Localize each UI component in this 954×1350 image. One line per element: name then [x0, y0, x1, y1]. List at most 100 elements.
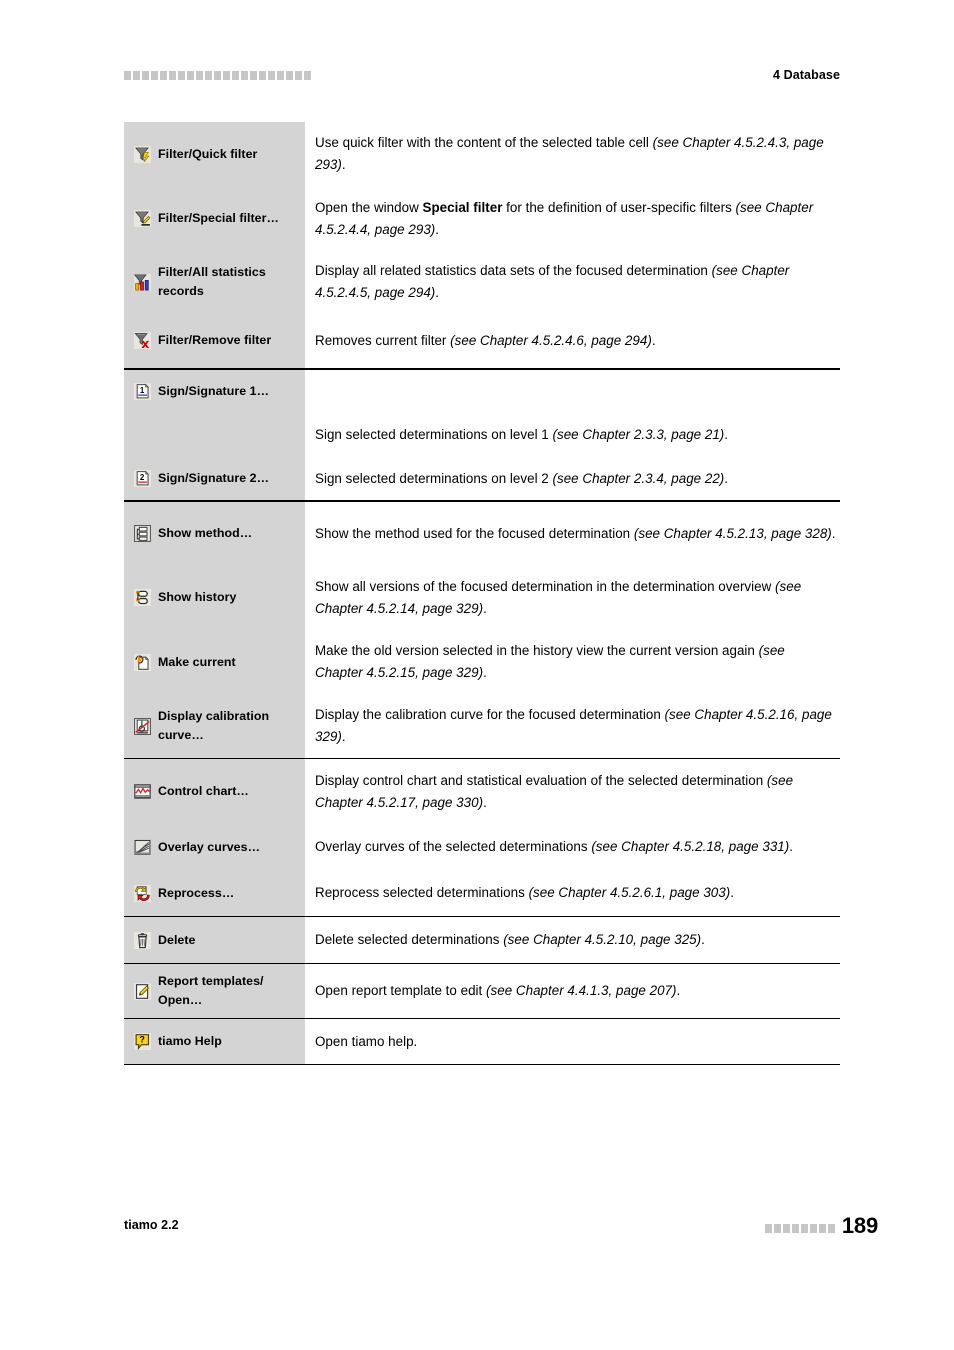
description-text: Show the method used for the focused det…	[315, 525, 836, 541]
table-group-help: ? tiamo Help Open tiamo help.	[124, 1018, 840, 1064]
command-label: Control chart…	[158, 784, 249, 798]
table-group-filter: Filter/Quick filter Use quick filter wit…	[124, 122, 840, 368]
command-label: Delete	[158, 932, 196, 947]
table-cell-command: Reprocess…	[124, 870, 305, 916]
table-cell-description: Show all versions of the focused determi…	[305, 565, 840, 630]
table-cell-description: Display control chart and statistical ev…	[305, 759, 840, 824]
table-row: Filter/Special filter… Open the window S…	[124, 186, 840, 251]
table-row: Sign selected determinations on level 1 …	[124, 413, 840, 457]
table-cell-command: Show method…	[124, 502, 305, 565]
table-group-report: Report templates/ Open… Open report temp…	[124, 963, 840, 1018]
command-label: Report templates/ Open…	[158, 974, 264, 1007]
footer-rule-decoration	[764, 1223, 835, 1233]
table-cell-command: Filter/Quick filter	[124, 122, 305, 186]
table-cell-command: ? tiamo Help	[124, 1019, 305, 1064]
header-rule-decoration	[124, 71, 311, 80]
filter-special-icon	[134, 210, 151, 227]
table-cell-command: Control chart…	[124, 759, 305, 824]
table-cell-command: 2 Sign/Signature 2…	[124, 457, 305, 500]
table-group-evaluation: Control chart… Display control chart and…	[124, 758, 840, 916]
description-text: Sign selected determinations on level 2 …	[315, 470, 729, 486]
table-cell-command: 1 Sign/Signature 1…	[124, 370, 305, 413]
table-row: Make current Make the old version select…	[124, 630, 840, 694]
table-cell-description: Delete selected determinations (see Chap…	[305, 917, 840, 963]
description-text: Delete selected determinations (see Chap…	[315, 932, 705, 947]
table-row: Reprocess… Reprocess selected determinat…	[124, 870, 840, 916]
table-cell-command: Make current	[124, 630, 305, 694]
table-cell-description: Reprocess selected determinations (see C…	[305, 870, 840, 916]
description-text: Open the window Special filter for the d…	[315, 199, 814, 237]
table-cell-command: Delete	[124, 917, 305, 963]
svg-text:?: ?	[139, 1035, 145, 1045]
table-row: ? tiamo Help Open tiamo help.	[124, 1019, 840, 1064]
table-row: Display calibration curve… Display the c…	[124, 694, 840, 758]
table-cell-command: Filter/Remove filter	[124, 313, 305, 368]
table-row: Show history Show all versions of the fo…	[124, 565, 840, 630]
table-cell-description: Make the old version selected in the his…	[305, 630, 840, 694]
description-text: Use quick filter with the content of the…	[315, 135, 824, 172]
document-page: 4 Database Filter/Quick filter Use quick…	[0, 0, 954, 1350]
table-group-delete: Delete Delete selected determinations (s…	[124, 916, 840, 963]
table-row: Report templates/ Open… Open report temp…	[124, 964, 840, 1018]
footer-product-name: tiamo 2.2	[124, 1218, 179, 1232]
make-current-icon	[134, 653, 151, 671]
command-label: Sign/Signature 2…	[158, 471, 270, 485]
svg-text:2: 2	[140, 473, 145, 482]
table-cell-command: Filter/Special filter…	[124, 186, 305, 251]
table-cell-description: Sign selected determinations on level 2 …	[305, 457, 840, 500]
table-cell-description	[305, 370, 840, 413]
signature-1-icon: 1	[134, 383, 151, 400]
show-history-icon	[134, 589, 151, 606]
table-cell-description: Display the calibration curve for the fo…	[305, 694, 840, 758]
command-label: Show method…	[158, 526, 253, 540]
command-label: Filter/Special filter…	[158, 211, 279, 225]
table-cell-command	[124, 413, 305, 457]
command-label: Overlay curves…	[158, 839, 261, 854]
delete-icon	[134, 931, 151, 949]
description-text: Reprocess selected determinations (see C…	[315, 885, 734, 900]
table-cell-description: Show the method used for the focused det…	[305, 502, 840, 565]
description-text: Display the calibration curve for the fo…	[315, 707, 832, 744]
description-text: Display all related statistics data sets…	[315, 263, 790, 300]
table-group-signature: 1 Sign/Signature 1… Sign selected determ…	[124, 368, 840, 500]
overlay-curves-icon	[134, 839, 151, 856]
footer-page-marker: 189	[764, 1213, 878, 1238]
table-group-method-history: Show method… Show the method used for th…	[124, 500, 840, 758]
filter-quick-icon	[134, 145, 151, 163]
table-cell-command: Report templates/ Open…	[124, 964, 305, 1018]
description-text: Display control chart and statistical ev…	[315, 772, 794, 810]
description-text: Removes current filter (see Chapter 4.5.…	[315, 332, 656, 348]
command-label: Sign/Signature 1…	[158, 384, 270, 398]
table-row: Show method… Show the method used for th…	[124, 502, 840, 565]
filter-statistics-icon	[134, 273, 151, 291]
table-row: Overlay curves… Overlay curves of the se…	[124, 824, 840, 870]
description-text: Overlay curves of the selected determina…	[315, 839, 793, 854]
table-cell-description: Overlay curves of the selected determina…	[305, 824, 840, 870]
table-cell-description: Open tiamo help.	[305, 1019, 840, 1064]
table-cell-description: Display all related statistics data sets…	[305, 251, 840, 313]
command-label: Filter/All statistics records	[158, 265, 266, 298]
table-cell-description: Use quick filter with the content of the…	[305, 122, 840, 186]
svg-text:1: 1	[140, 386, 145, 395]
report-template-icon	[134, 982, 151, 1000]
command-label: Filter/Quick filter	[158, 146, 258, 161]
signature-2-icon: 2	[134, 470, 151, 487]
page-number: 189	[841, 1213, 878, 1238]
description-text: Open tiamo help.	[315, 1033, 418, 1049]
table-row: Control chart… Display control chart and…	[124, 759, 840, 824]
table-row: Filter/All statistics records Display al…	[124, 251, 840, 313]
reprocess-icon	[134, 884, 151, 902]
table-cell-command: Show history	[124, 565, 305, 630]
table-cell-command: Display calibration curve…	[124, 694, 305, 758]
command-label: Display calibration curve…	[158, 709, 270, 742]
table-row: 2 Sign/Signature 2… Sign selected determ…	[124, 457, 840, 500]
description-text: Show all versions of the focused determi…	[315, 578, 802, 616]
table-cell-command: Filter/All statistics records	[124, 251, 305, 313]
command-label: Reprocess…	[158, 885, 235, 900]
table-cell-description: Open report template to edit (see Chapte…	[305, 964, 840, 1018]
header-chapter-title: 4 Database	[772, 68, 840, 82]
table-row: Delete Delete selected determinations (s…	[124, 917, 840, 963]
description-text: Sign selected determinations on level 1 …	[315, 427, 729, 442]
table-cell-description: Sign selected determinations on level 1 …	[305, 413, 840, 457]
show-method-icon	[134, 525, 151, 542]
